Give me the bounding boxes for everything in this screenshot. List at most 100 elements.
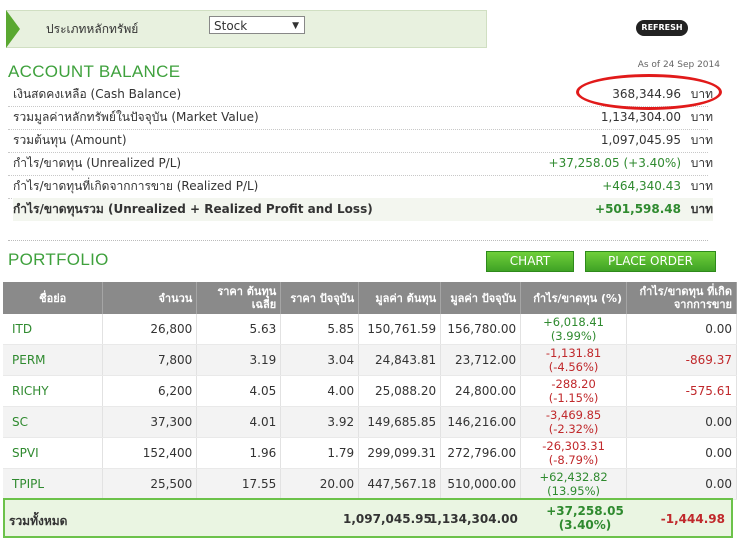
col-header-price: ราคา ปัจจุบัน [280, 282, 360, 314]
pl-cell: +6,018.41 (3.99%) [520, 314, 628, 345]
pl-percent: (13.95%) [547, 484, 600, 498]
avg-cost-cell: 4.01 [196, 406, 282, 438]
col-header-avg-cost: ราคา ต้นทุนเฉลี่ย [196, 282, 282, 314]
pl-percent: (3.99%) [550, 329, 597, 343]
total-pl: +37,258.05 (3.40%) [535, 504, 635, 532]
pl-cell: -3,469.85 (-2.32%) [520, 406, 628, 438]
table-row[interactable]: TPIPL 25,500 17.55 20.00 447,567.18 510,… [3, 468, 737, 500]
table-row[interactable]: SPVI 152,400 1.96 1.79 299,099.31 272,79… [3, 437, 737, 469]
qty-cell: 26,800 [102, 314, 198, 345]
highlight-circle [576, 74, 722, 110]
avg-cost-cell: 4.05 [196, 375, 282, 407]
security-type-label: ประเภทหลักทรัพย์ [46, 22, 139, 36]
account-balance-title: ACCOUNT BALANCE [8, 62, 181, 81]
pl-percent: (-4.56%) [548, 360, 599, 374]
total-label: รวมทั้งหมด [9, 514, 68, 528]
symbol-link[interactable]: ITD [3, 314, 104, 345]
security-type-select[interactable]: Stock ▼ [209, 16, 305, 34]
unrealized-pl-value: +37,258.05 (+3.40%) [548, 156, 681, 170]
unit-label: บาท [690, 202, 713, 216]
col-header-market-value: มูลค่า ปัจจุบัน [440, 282, 522, 314]
avg-cost-cell: 5.63 [196, 314, 282, 345]
price-cell: 5.85 [280, 314, 360, 345]
pl-cell: -288.20 (-1.15%) [520, 375, 628, 407]
pl-percent: (-2.32%) [548, 422, 599, 436]
pl-cell: +62,432.82 (13.95%) [520, 468, 628, 500]
as-of-date: As of 24 Sep 2014 [637, 60, 720, 70]
price-cell: 1.79 [280, 437, 360, 469]
total-pl-row: กำไร/ขาดทุนรวม (Unrealized + Realized Pr… [13, 198, 713, 221]
symbol-link[interactable]: SC [3, 406, 104, 438]
chart-button[interactable]: CHART [486, 251, 574, 272]
qty-cell: 7,800 [102, 344, 198, 376]
total-realized: -1,444.98 [660, 512, 725, 526]
cost-value-cell: 447,567.18 [358, 468, 442, 500]
total-pl-label: กำไร/ขาดทุนรวม (Unrealized + Realized Pr… [13, 202, 373, 216]
col-header-qty: จำนวน [102, 282, 198, 314]
col-header-pl: กำไร/ขาดทุน (%) [520, 282, 628, 314]
realized-cell: 0.00 [626, 468, 737, 500]
symbol-link[interactable]: PERM [3, 344, 104, 376]
realized-cell: 0.00 [626, 406, 737, 438]
table-row[interactable]: PERM 7,800 3.19 3.04 24,843.81 23,712.00… [3, 344, 737, 376]
symbol-link[interactable]: TPIPL [3, 468, 104, 500]
pl-cell: -1,131.81 (-4.56%) [520, 344, 628, 376]
table-row[interactable]: ITD 26,800 5.63 5.85 150,761.59 156,780.… [3, 314, 737, 345]
col-header-symbol: ชื่อย่อ [3, 282, 104, 314]
divider [8, 240, 708, 242]
pl-cell: -26,303.31 (-8.79%) [520, 437, 628, 469]
table-row[interactable]: SC 37,300 4.01 3.92 149,685.85 146,216.0… [3, 406, 737, 438]
avg-cost-cell: 17.55 [196, 468, 282, 500]
market-value-cell: 23,712.00 [440, 344, 522, 376]
total-cost-value: 1,097,045.95 [343, 512, 432, 526]
price-cell: 3.04 [280, 344, 360, 376]
pl-amount: -1,131.81 [545, 346, 602, 360]
amount-row: รวมต้นทุน (Amount) 1,097,045.95 บาท [13, 129, 713, 152]
avg-cost-cell: 1.96 [196, 437, 282, 469]
pl-amount: -3,469.85 [545, 408, 602, 422]
realized-cell: -575.61 [626, 375, 737, 407]
total-pl-value: +501,598.48 [595, 202, 681, 216]
place-order-button[interactable]: PLACE ORDER [585, 251, 716, 272]
pl-amount: -26,303.31 [542, 439, 605, 453]
total-pl-percent: (3.40%) [558, 518, 612, 532]
table-row[interactable]: RICHY 6,200 4.05 4.00 25,088.20 24,800.0… [3, 375, 737, 407]
bar-arrow-icon [6, 10, 20, 48]
market-value-row: รวมมูลค่าหลักทรัพย์ในปัจจุบัน (Market Va… [13, 106, 713, 129]
market-value-cell: 510,000.00 [440, 468, 522, 500]
refresh-button[interactable]: REFRESH [636, 20, 688, 36]
unit-label: บาท [690, 110, 713, 124]
pl-amount: +6,018.41 [543, 315, 604, 329]
symbol-link[interactable]: SPVI [3, 437, 104, 469]
total-market-value: 1,134,304.00 [429, 512, 518, 526]
table-header-row: ชื่อย่อ จำนวน ราคา ต้นทุนเฉลี่ย ราคา ปัจ… [3, 282, 737, 314]
unit-label: บาท [690, 156, 713, 170]
qty-cell: 25,500 [102, 468, 198, 500]
realized-pl-value: +464,340.43 [602, 179, 681, 193]
unit-label: บาท [690, 133, 713, 147]
market-value-cell: 272,796.00 [440, 437, 522, 469]
realized-cell: 0.00 [626, 437, 737, 469]
pl-percent: (-1.15%) [548, 391, 599, 405]
cost-value-cell: 149,685.85 [358, 406, 442, 438]
unrealized-pl-row: กำไร/ขาดทุน (Unrealized P/L) +37,258.05 … [13, 152, 713, 175]
pl-percent: (-8.79%) [548, 453, 599, 467]
symbol-link[interactable]: RICHY [3, 375, 104, 407]
portfolio-total-row: รวมทั้งหมด 1,097,045.95 1,134,304.00 +37… [3, 498, 733, 538]
cost-value-cell: 150,761.59 [358, 314, 442, 345]
col-header-cost-value: มูลค่า ต้นทุน [358, 282, 442, 314]
price-cell: 20.00 [280, 468, 360, 500]
realized-pl-label: กำไร/ขาดทุนที่เกิดจากการขาย (Realized P/… [13, 179, 259, 193]
realized-pl-row: กำไร/ขาดทุนที่เกิดจากการขาย (Realized P/… [13, 175, 713, 198]
unrealized-pl-label: กำไร/ขาดทุน (Unrealized P/L) [13, 156, 182, 170]
market-value-cell: 146,216.00 [440, 406, 522, 438]
total-pl-amount: +37,258.05 [546, 504, 624, 518]
cost-value-cell: 25,088.20 [358, 375, 442, 407]
pl-amount: -288.20 [551, 377, 596, 391]
amount-value: 1,097,045.95 [600, 133, 681, 147]
dropdown-arrow-icon: ▼ [292, 21, 299, 31]
qty-cell: 37,300 [102, 406, 198, 438]
market-value-cell: 24,800.00 [440, 375, 522, 407]
qty-cell: 6,200 [102, 375, 198, 407]
amount-label: รวมต้นทุน (Amount) [13, 133, 127, 147]
